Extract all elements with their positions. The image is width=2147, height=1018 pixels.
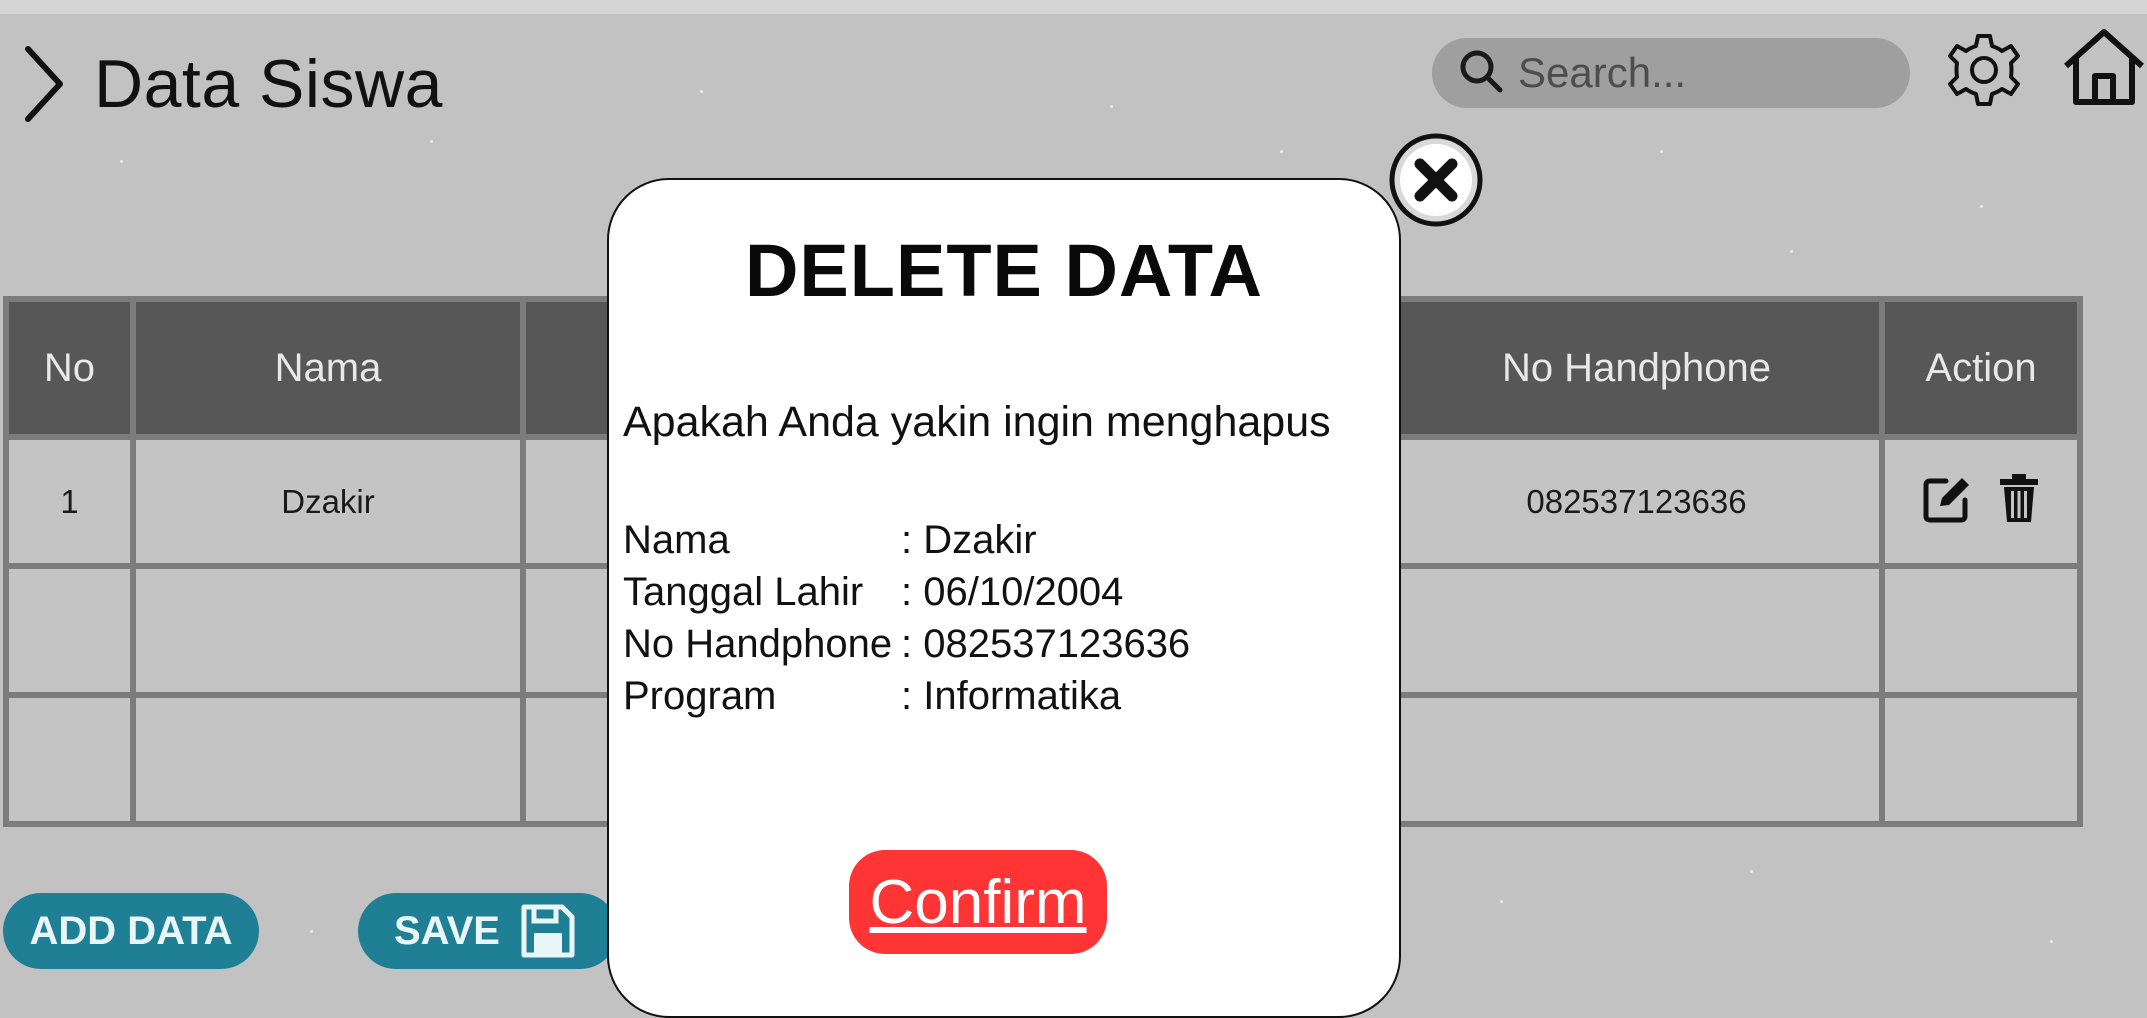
search-icon [1432, 48, 1504, 99]
background-speck [430, 140, 433, 143]
detail-row-program: Program : Informatika [623, 670, 1190, 722]
confirm-label: Confirm [869, 867, 1087, 937]
trash-icon[interactable] [1998, 472, 2040, 532]
detail-row-tanggal-lahir: Tanggal Lahir : 06/10/2004 [623, 566, 1190, 618]
cell-empty [1388, 692, 1885, 827]
column-header-nama: Nama [130, 296, 526, 440]
record-details: Nama : Dzakir Tanggal Lahir : 06/10/2004… [623, 514, 1190, 722]
confirm-button[interactable]: Confirm [849, 850, 1107, 954]
cell-empty [1879, 692, 2083, 827]
column-header-action: Action [1879, 296, 2083, 440]
cell-no: 1 [3, 434, 136, 569]
background-speck [1280, 150, 1283, 153]
cell-empty [1879, 563, 2083, 698]
home-icon[interactable] [2062, 24, 2147, 114]
detail-value: : 06/10/2004 [901, 570, 1124, 614]
page-title: Data Siswa [94, 46, 443, 122]
detail-value: : 082537123636 [901, 622, 1191, 666]
edit-icon[interactable] [1922, 472, 1974, 532]
add-data-label: ADD DATA [29, 908, 233, 953]
save-icon [520, 903, 576, 959]
search-bar[interactable] [1432, 38, 1910, 108]
save-label: SAVE [394, 908, 500, 953]
background-speck [1790, 250, 1793, 253]
cell-empty [130, 692, 526, 827]
background-speck [2050, 940, 2053, 943]
detail-label: No Handphone [623, 622, 893, 666]
background-speck [1750, 870, 1753, 873]
search-input[interactable] [1516, 48, 1900, 98]
detail-value: : Dzakir [901, 518, 1037, 562]
cell-action [1879, 434, 2083, 569]
save-button[interactable]: SAVE [358, 893, 618, 969]
background-speck [1660, 150, 1663, 153]
gear-icon[interactable] [1944, 30, 2024, 115]
column-header-no: No [3, 296, 136, 440]
cell-no-handphone: 082537123636 [1388, 434, 1885, 569]
delete-dialog: DELETE DATA Apakah Anda yakin ingin meng… [607, 178, 1401, 1018]
background-speck [700, 90, 703, 93]
cell-empty [3, 563, 136, 698]
detail-row-nama: Nama : Dzakir [623, 514, 1190, 566]
detail-label: Tanggal Lahir [623, 570, 864, 614]
close-icon[interactable] [1388, 132, 1484, 233]
dialog-question: Apakah Anda yakin ingin menghapus [623, 398, 1331, 446]
cell-nama: Dzakir [130, 434, 526, 569]
background-speck [1110, 105, 1113, 108]
breadcrumb: Data Siswa [22, 45, 443, 123]
chevron-right-icon[interactable] [22, 45, 66, 123]
background-speck [120, 160, 123, 163]
background-speck [1500, 900, 1503, 903]
column-header-no-handphone: No Handphone [1388, 296, 1885, 440]
top-strip [0, 0, 2147, 14]
cell-empty [130, 563, 526, 698]
detail-label: Program [623, 674, 777, 718]
add-data-button[interactable]: ADD DATA [3, 893, 259, 969]
cell-empty [3, 692, 136, 827]
dialog-title: DELETE DATA [744, 229, 1263, 312]
detail-label: Nama [623, 518, 730, 562]
background-speck [1980, 205, 1983, 208]
detail-row-no-handphone: No Handphone : 082537123636 [623, 618, 1190, 670]
detail-value: : Informatika [901, 674, 1122, 718]
cell-empty [1388, 563, 1885, 698]
background-speck [310, 930, 313, 933]
